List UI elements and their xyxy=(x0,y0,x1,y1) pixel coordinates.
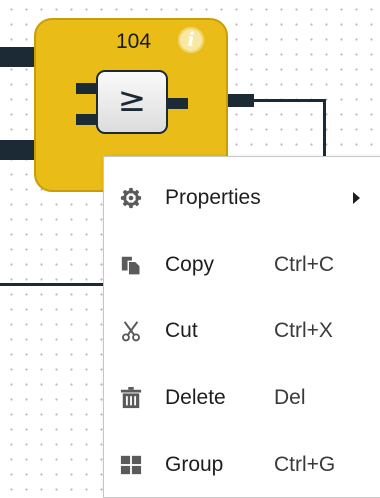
wire-input-2[interactable] xyxy=(0,140,36,160)
menu-item-properties[interactable]: Properties xyxy=(104,165,380,231)
menu-item-delete[interactable]: Delete Del xyxy=(104,365,380,431)
menu-item-group[interactable]: Group Ctrl+G xyxy=(104,432,380,498)
gate-symbol: ≥ xyxy=(96,70,168,134)
wire-input-1[interactable] xyxy=(0,47,36,67)
trash-icon xyxy=(120,387,142,409)
context-menu: Properties Copy Ctrl+C Cut Ctrl+X Delete xyxy=(103,156,380,498)
menu-item-copy-shortcut: Ctrl+C xyxy=(274,253,335,276)
output-connector[interactable] xyxy=(228,94,254,107)
menu-item-cut[interactable]: Cut Ctrl+X xyxy=(104,298,380,364)
wire-lower[interactable] xyxy=(0,283,104,286)
info-icon[interactable]: i xyxy=(178,27,204,53)
menu-item-group-label: Group xyxy=(165,453,224,476)
menu-item-cut-label: Cut xyxy=(165,319,198,342)
gate-input-pin-top xyxy=(76,83,98,94)
scissors-icon xyxy=(122,321,140,342)
gear-icon xyxy=(120,187,142,209)
copy-icon xyxy=(121,256,141,276)
wire-output-vertical[interactable] xyxy=(323,99,326,159)
menu-item-group-shortcut: Ctrl+G xyxy=(274,453,336,476)
menu-item-copy[interactable]: Copy Ctrl+C xyxy=(104,232,380,298)
menu-item-cut-shortcut: Ctrl+X xyxy=(274,319,333,342)
menu-item-delete-shortcut: Del xyxy=(274,386,306,409)
block-id: 104 xyxy=(116,30,152,53)
gate-input-pin-bottom xyxy=(76,114,98,125)
menu-item-delete-label: Delete xyxy=(165,386,226,409)
gate-output-pin xyxy=(166,98,188,109)
submenu-arrow-icon xyxy=(353,192,360,204)
menu-item-copy-label: Copy xyxy=(165,253,215,276)
menu-item-properties-label: Properties xyxy=(165,186,261,209)
group-icon xyxy=(120,455,142,475)
